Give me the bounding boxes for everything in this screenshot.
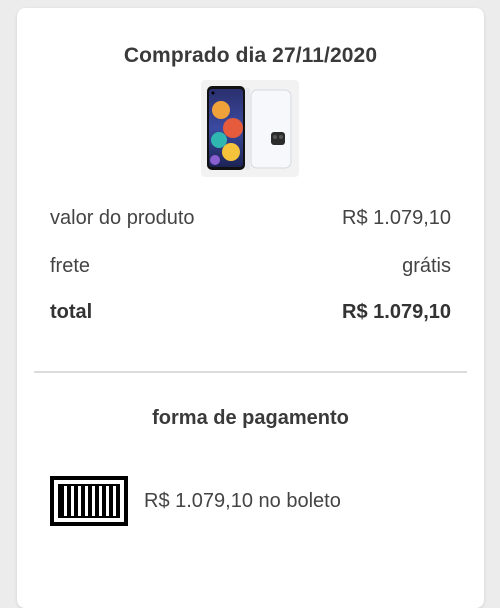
section-divider <box>34 371 467 373</box>
total-amount: R$ 1.079,10 <box>342 301 451 323</box>
payment-method-row: R$ 1.079,10 no boleto <box>50 476 341 526</box>
smartphone-icon <box>207 86 292 170</box>
product-value-amount: R$ 1.079,10 <box>342 207 451 229</box>
total-label: total <box>50 301 93 323</box>
payment-method-text: R$ 1.079,10 no boleto <box>144 489 341 512</box>
purchase-date-title: Comprado dia 27/11/2020 <box>123 44 378 67</box>
payment-method-title: forma de pagamento <box>152 407 349 429</box>
barcode-icon <box>50 476 128 526</box>
total-row: total R$ 1.079,10 <box>50 301 451 324</box>
purchase-card: Comprado dia 27/11/2020 valor do produto… <box>17 8 484 608</box>
shipping-row: frete grátis <box>50 255 451 278</box>
product-value-row: valor do produto R$ 1.079,10 <box>50 207 451 230</box>
product-image[interactable] <box>201 80 299 177</box>
shipping-value: grátis <box>402 255 451 277</box>
product-value-label: valor do produto <box>50 207 195 229</box>
shipping-label: frete <box>50 255 91 277</box>
